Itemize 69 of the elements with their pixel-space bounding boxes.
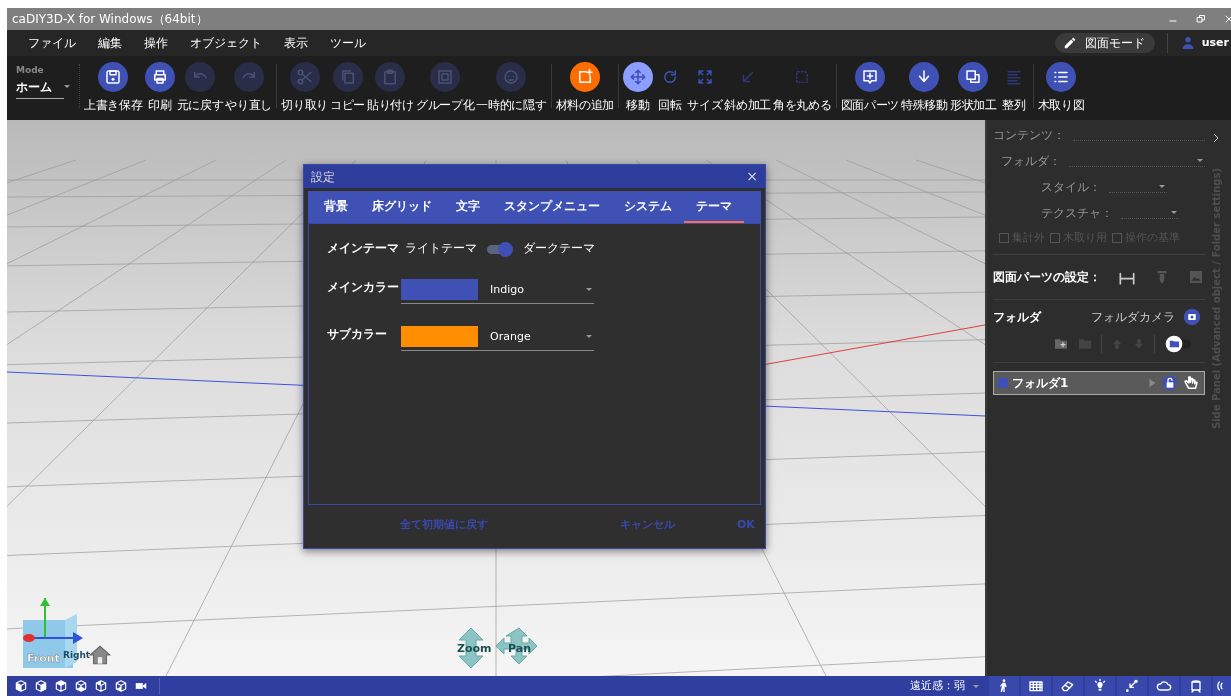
section-title: フォルダ bbox=[993, 308, 1041, 326]
field-label: コンテンツ： bbox=[993, 127, 1065, 144]
menu-item[interactable]: ツール bbox=[319, 34, 377, 52]
toolbar-button[interactable]: 上書き保存 bbox=[83, 62, 144, 114]
setting-label: サブカラー bbox=[327, 326, 388, 344]
pencil-icon bbox=[1062, 36, 1077, 50]
drawing-mode-button[interactable]: 図面モード bbox=[1054, 33, 1155, 53]
field-label: スタイル： bbox=[1041, 179, 1101, 196]
menu-item[interactable]: 表示 bbox=[273, 34, 319, 52]
perspective-dropdown[interactable]: 遠近感：弱 bbox=[904, 678, 987, 694]
settings-tab[interactable]: システム bbox=[612, 191, 684, 223]
mode-dropdown[interactable]: ホーム bbox=[16, 77, 72, 96]
eraser-icon[interactable] bbox=[1053, 676, 1083, 696]
mode-label: Mode bbox=[16, 64, 45, 77]
folder-name: フォルダ1 bbox=[1012, 374, 1069, 392]
view-cube-label: Front bbox=[27, 652, 60, 665]
menu-item[interactable]: 編集 bbox=[87, 34, 133, 52]
field-label: テクスチャ： bbox=[1041, 205, 1113, 222]
hand-icon[interactable] bbox=[1182, 373, 1200, 392]
toolbar-button[interactable]: 特殊移動 bbox=[900, 62, 949, 114]
toolbar-button[interactable]: 図面パーツ bbox=[839, 62, 901, 114]
cloud-icon[interactable] bbox=[1149, 676, 1179, 696]
settings-tab[interactable]: 床グリッド bbox=[360, 191, 444, 223]
light-bulb-icon[interactable] bbox=[1085, 676, 1115, 696]
cube-view-icon[interactable] bbox=[54, 679, 68, 693]
option-label: ライトテーマ bbox=[405, 240, 477, 257]
cube-view-icon[interactable] bbox=[74, 679, 88, 693]
toolbar-button[interactable]: 印刷 bbox=[143, 62, 176, 114]
window-title: caDIY3D-X for Windows（64bit） bbox=[12, 11, 208, 28]
menu-item[interactable]: 操作 bbox=[133, 34, 179, 52]
grid-icon[interactable] bbox=[1021, 676, 1051, 696]
pan-label: Pan bbox=[508, 642, 532, 655]
toolbar-button[interactable]: 移動 bbox=[622, 62, 655, 114]
cube-view-icon[interactable] bbox=[34, 679, 48, 693]
color-dropdown[interactable]: Indigo bbox=[490, 281, 594, 298]
lock-icon[interactable] bbox=[1162, 374, 1178, 391]
field-label: フォルダ： bbox=[1001, 153, 1061, 170]
settings-tab[interactable]: 文字 bbox=[444, 191, 492, 223]
view-cube-label: Right bbox=[63, 650, 91, 660]
settings-tab[interactable]: テーマ bbox=[684, 191, 744, 223]
toolbar-button[interactable]: サイズ bbox=[686, 62, 724, 114]
cube-view-icon[interactable] bbox=[94, 679, 108, 693]
folder-row[interactable]: フォルダ1 bbox=[993, 370, 1205, 395]
menu-item[interactable]: オブジェクト bbox=[179, 34, 273, 52]
camera-icon bbox=[1183, 307, 1201, 326]
setting-label: メインカラー bbox=[327, 279, 400, 297]
close-button[interactable]: × bbox=[746, 166, 758, 187]
cube-view-icon[interactable] bbox=[114, 679, 128, 693]
walking-person-icon[interactable] bbox=[989, 676, 1019, 696]
dialog-title: 設定 bbox=[311, 168, 335, 186]
checkbox[interactable] bbox=[998, 377, 1008, 388]
color-dropdown[interactable]: Orange bbox=[490, 328, 594, 345]
toolbar-button[interactable]: 材料の追加 bbox=[554, 62, 616, 114]
toolbar-button[interactable]: 回転 bbox=[654, 62, 687, 114]
settings-tab[interactable]: スタンプメニュー bbox=[492, 191, 612, 223]
toolbar-button[interactable]: 形状加工 bbox=[948, 62, 998, 114]
user-name: user bbox=[1201, 34, 1229, 51]
option-label: ダークテーマ bbox=[523, 240, 595, 257]
folder-camera-button[interactable]: フォルダカメラ bbox=[1091, 307, 1201, 326]
setting-label: メインテーマ bbox=[327, 240, 400, 257]
section-label: 図面パーツの設定： bbox=[993, 268, 1101, 286]
toolbar-button[interactable]: 木取り図 bbox=[1036, 62, 1086, 114]
settings-tab[interactable]: 背景 bbox=[312, 191, 360, 223]
menu-item[interactable]: ファイル bbox=[17, 34, 87, 52]
restore-icon[interactable] bbox=[1195, 13, 1207, 25]
sound-waves-icon[interactable] bbox=[1213, 676, 1231, 696]
theme-toggle[interactable] bbox=[487, 241, 513, 256]
pan-arrows-icon[interactable] bbox=[495, 627, 538, 665]
cube-view-icon[interactable] bbox=[14, 679, 28, 693]
